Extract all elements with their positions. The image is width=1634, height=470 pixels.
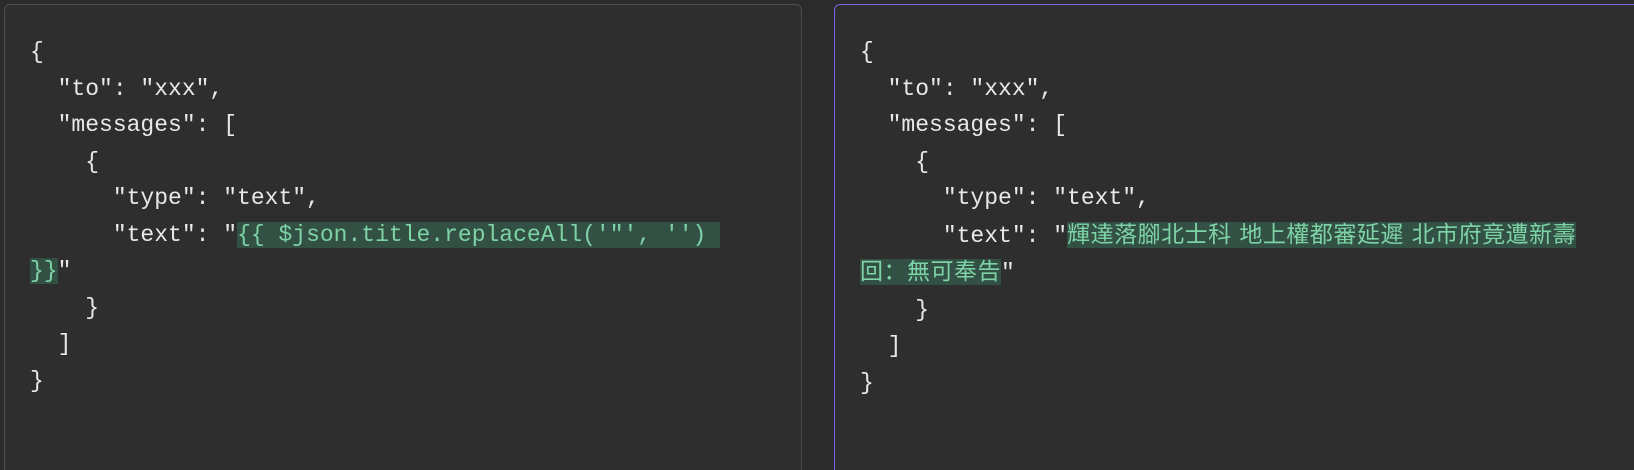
code-line-prefix: "text": " xyxy=(860,222,1068,249)
code-line: "messages": [ xyxy=(30,112,238,138)
code-line: "messages": [ xyxy=(860,112,1068,138)
code-line: "type": "text", xyxy=(860,185,1150,211)
result-preview-code: { "to": "xxx", "messages": [ { "type": "… xyxy=(860,34,1608,401)
code-line: } xyxy=(30,367,44,394)
code-line: { xyxy=(860,39,874,65)
code-line: { xyxy=(30,39,44,65)
code-line: ] xyxy=(860,333,902,359)
code-line: { xyxy=(30,148,100,175)
code-line-suffix: " xyxy=(1001,260,1015,286)
code-line: "to": "xxx", xyxy=(30,75,224,102)
expression-editor[interactable]: { "to": "xxx", "messages": [ { "type": "… xyxy=(4,4,802,470)
code-line: } xyxy=(860,296,930,323)
expression-editor-code[interactable]: { "to": "xxx", "messages": [ { "type": "… xyxy=(30,34,757,399)
code-line: ] xyxy=(30,331,72,357)
code-line: } xyxy=(860,369,874,396)
code-line: { xyxy=(860,148,930,175)
code-line: } xyxy=(30,294,100,321)
result-preview[interactable]: { "to": "xxx", "messages": [ { "type": "… xyxy=(834,4,1634,470)
code-line-suffix: " xyxy=(57,258,72,284)
code-line: "type": "text", xyxy=(30,185,320,211)
code-line-prefix: "text": " xyxy=(30,221,238,248)
code-line: "to": "xxx", xyxy=(860,75,1054,102)
